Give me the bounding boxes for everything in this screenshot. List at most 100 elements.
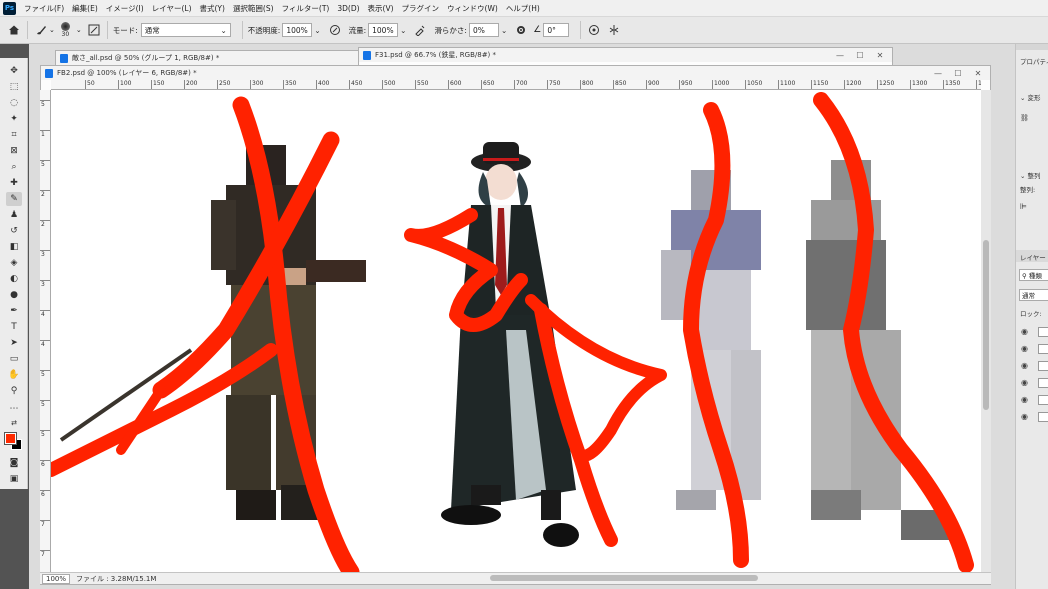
chevron-down-icon[interactable]: ⌄ <box>501 26 507 35</box>
menu-select[interactable]: 選択範囲(S) <box>229 3 278 14</box>
menu-plugins[interactable]: プラグイン <box>398 3 444 14</box>
path-select-icon[interactable]: ➤ <box>6 336 22 350</box>
zoom-tool-icon[interactable]: ⚲ <box>6 384 22 398</box>
default-colors-icon[interactable]: ⇄ <box>6 416 22 430</box>
dodge-tool-icon[interactable]: ● <box>6 288 22 302</box>
align-left-icon[interactable]: ⊫ <box>1020 202 1027 211</box>
layer-thumbnail[interactable] <box>1038 395 1048 405</box>
close-icon[interactable]: ✕ <box>968 69 988 78</box>
marquee-tool-icon[interactable]: ⬚ <box>6 80 22 94</box>
type-tool-icon[interactable]: T <box>6 320 22 334</box>
foreground-color-swatch[interactable] <box>4 432 17 445</box>
quick-mask-icon[interactable]: ◙ <box>6 456 22 470</box>
blend-mode-select[interactable]: 通常 <box>1019 289 1048 301</box>
blur-tool-icon[interactable]: ◐ <box>6 272 22 286</box>
layer-thumbnail[interactable] <box>1038 361 1048 371</box>
properties-tab[interactable]: プロパティ <box>1020 56 1048 66</box>
menu-layer[interactable]: レイヤー(L) <box>148 3 196 14</box>
opacity-field[interactable]: 100% <box>282 23 313 37</box>
layer-thumbnail[interactable] <box>1038 327 1048 337</box>
link-icon[interactable]: ⛓ <box>1020 114 1029 122</box>
ruler-label: 300 <box>250 80 263 89</box>
scroll-thumb[interactable] <box>983 240 989 410</box>
layer-thumbnail[interactable] <box>1038 412 1048 422</box>
chevron-down-icon[interactable]: ⌄ <box>314 26 320 35</box>
smoothing-field[interactable]: 0% <box>468 23 499 37</box>
document-canvas[interactable] <box>51 90 981 572</box>
symmetry-icon[interactable] <box>606 22 622 38</box>
hand-tool-icon[interactable]: ✋ <box>6 368 22 382</box>
menu-image[interactable]: イメージ(I) <box>102 3 148 14</box>
gear-icon[interactable] <box>513 22 529 38</box>
minimize-icon[interactable]: — <box>928 69 948 78</box>
close-icon[interactable]: ✕ <box>870 51 890 60</box>
vertical-ruler[interactable]: 5 1 5 2 2 3 3 4 4 5 5 5 6 6 7 7 <box>40 90 51 572</box>
document-tab-2[interactable]: F31.psd @ 66.7% (鉄星, RGB/8#) * <box>359 48 892 62</box>
lasso-tool-icon[interactable]: ◌ <box>6 96 22 110</box>
smoothing-label: 滑らかさ: <box>434 25 467 35</box>
minimize-icon[interactable]: — <box>830 51 850 60</box>
frame-tool-icon[interactable]: ⊠ <box>6 144 22 158</box>
visibility-eye-icon[interactable]: ◉ <box>1021 327 1028 336</box>
window-controls-2: — ☐ ✕ <box>830 48 890 62</box>
layer-thumbnail[interactable] <box>1038 344 1048 354</box>
panel-grip[interactable] <box>1016 44 1048 50</box>
brush-tool-icon[interactable]: ✎ <box>6 192 22 206</box>
airbrush-icon[interactable] <box>412 22 428 38</box>
move-tool-icon[interactable]: ✥ <box>6 64 22 78</box>
crop-tool-icon[interactable]: ⌗ <box>6 128 22 142</box>
layers-tab[interactable]: レイヤー <box>1020 252 1046 262</box>
magic-wand-icon[interactable]: ✦ <box>6 112 22 126</box>
visibility-eye-icon[interactable]: ◉ <box>1021 412 1028 421</box>
maximize-icon[interactable]: ☐ <box>850 51 870 60</box>
brush-preset-picker[interactable]: 30 <box>60 22 70 38</box>
zoom-field[interactable]: 100% <box>42 573 70 584</box>
menu-edit[interactable]: 編集(E) <box>68 3 102 14</box>
layer-thumbnail[interactable] <box>1038 378 1048 388</box>
mode-value: 通常 <box>144 25 160 35</box>
menu-file[interactable]: ファイル(F) <box>20 3 68 14</box>
visibility-eye-icon[interactable]: ◉ <box>1021 395 1028 404</box>
brush-settings-icon[interactable] <box>86 22 102 38</box>
menu-3d[interactable]: 3D(D) <box>333 4 363 13</box>
eraser-tool-icon[interactable]: ◧ <box>6 240 22 254</box>
eyedropper-icon[interactable]: ⌕ <box>6 160 22 174</box>
menu-filter[interactable]: フィルター(T) <box>278 3 334 14</box>
layer-filter-field[interactable]: ⚲ 種類 <box>1019 269 1048 281</box>
menu-window[interactable]: ウィンドウ(W) <box>443 3 502 14</box>
transform-section[interactable]: ⌄ 変形 <box>1020 92 1041 102</box>
stamp-tool-icon[interactable]: ♟ <box>6 208 22 222</box>
horizontal-scrollbar[interactable] <box>490 575 758 581</box>
angle-field[interactable]: 0° <box>543 23 570 37</box>
vertical-scrollbar[interactable] <box>981 90 991 572</box>
history-brush-icon[interactable]: ↺ <box>6 224 22 238</box>
visibility-eye-icon[interactable]: ◉ <box>1021 361 1028 370</box>
maximize-icon[interactable]: ☐ <box>948 69 968 78</box>
brush-tool-icon[interactable] <box>33 22 49 38</box>
options-bar: ⌄ 30 ⌄ モード: 通常 ⌄ 不透明度: 100% ⌄ 流量: 100% ⌄… <box>0 17 1048 44</box>
align-section[interactable]: ⌄ 整列 <box>1020 170 1041 180</box>
menu-help[interactable]: ヘルプ(H) <box>502 3 544 14</box>
visibility-eye-icon[interactable]: ◉ <box>1021 344 1028 353</box>
screen-mode-icon[interactable]: ▣ <box>6 472 22 486</box>
home-icon[interactable] <box>6 22 22 38</box>
menu-type[interactable]: 書式(Y) <box>196 3 229 14</box>
pressure-size-icon[interactable] <box>586 22 602 38</box>
healing-brush-icon[interactable]: ✚ <box>6 176 22 190</box>
horizontal-ruler[interactable]: 50 100 150 200 250 300 350 400 450 500 5… <box>51 80 981 90</box>
shape-tool-icon[interactable]: ▭ <box>6 352 22 366</box>
pen-tool-icon[interactable]: ✒ <box>6 304 22 318</box>
mode-select[interactable]: 通常 ⌄ <box>140 23 231 37</box>
chevron-down-icon[interactable]: ⌄ <box>49 26 55 34</box>
chevron-down-icon[interactable]: ⌄ <box>400 26 406 35</box>
more-tools-icon[interactable]: ⋯ <box>6 402 22 416</box>
ruler-label: 7 <box>40 520 50 528</box>
flow-field[interactable]: 100% <box>368 23 399 37</box>
bucket-tool-icon[interactable]: ◈ <box>6 256 22 270</box>
document-tab-active[interactable]: FB2.psd @ 100% (レイヤー 6, RGB/8#) * <box>41 66 990 80</box>
chevron-down-icon[interactable]: ⌄ <box>76 26 82 34</box>
pressure-opacity-icon[interactable] <box>327 22 343 38</box>
menu-view[interactable]: 表示(V) <box>364 3 398 14</box>
visibility-eye-icon[interactable]: ◉ <box>1021 378 1028 387</box>
ruler-label: 4 <box>40 340 50 348</box>
